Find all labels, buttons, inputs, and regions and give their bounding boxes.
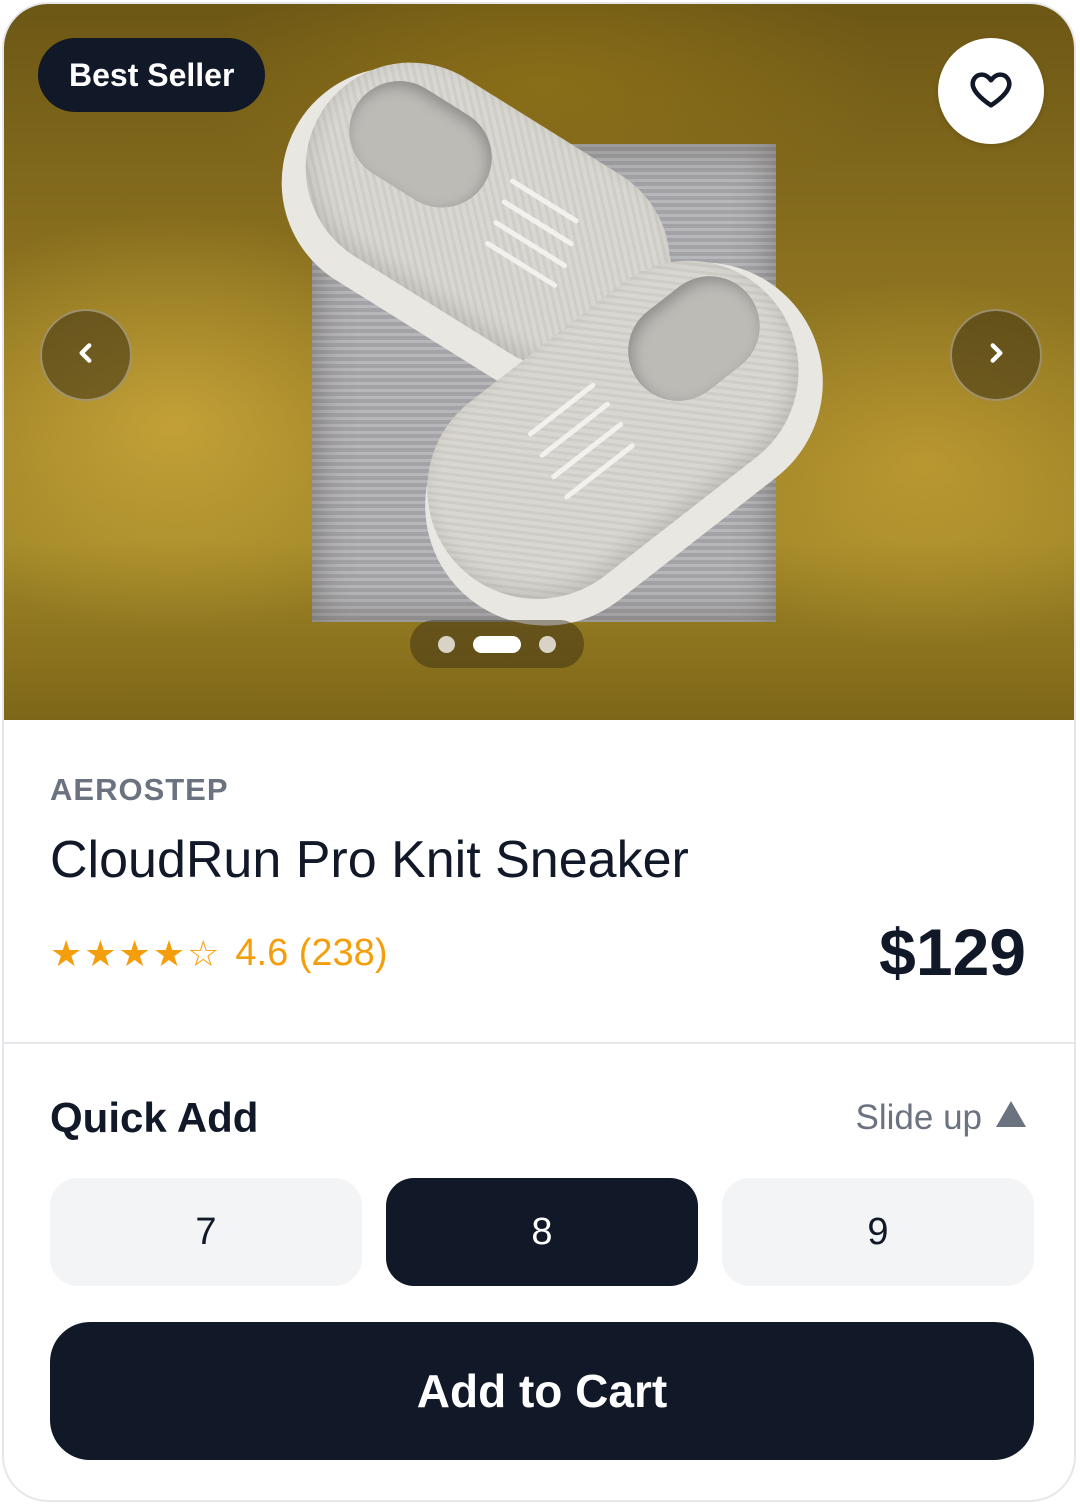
favorite-button[interactable] — [938, 38, 1044, 144]
rating-stars-icon: ★★★★☆ — [50, 932, 222, 974]
size-option-7[interactable]: 7 — [50, 1178, 362, 1286]
chevron-left-icon — [73, 340, 99, 371]
pagination-dot[interactable] — [438, 635, 455, 653]
slide-up-label: Slide up — [855, 1098, 982, 1137]
product-price: $129 — [879, 915, 1026, 989]
section-divider — [4, 1042, 1074, 1044]
size-selector: 7 8 9 — [50, 1178, 1034, 1286]
pagination-dot[interactable] — [539, 635, 556, 653]
product-image-gallery[interactable]: Best Seller — [4, 4, 1074, 720]
product-rating: ★★★★☆ 4.6 (238) — [50, 932, 387, 975]
slide-up-toggle[interactable]: Slide up — [856, 1098, 1028, 1138]
product-brand: AEROSTEP — [50, 772, 229, 807]
rating-summary: 4.6 (238) — [235, 932, 388, 974]
add-to-cart-button[interactable]: Add to Cart — [50, 1322, 1034, 1460]
triangle-up-icon — [994, 1098, 1028, 1138]
previous-image-button[interactable] — [40, 309, 132, 401]
image-pagination-dots — [410, 620, 584, 668]
size-option-8-selected[interactable]: 8 — [386, 1178, 698, 1286]
size-option-9[interactable]: 9 — [722, 1178, 1034, 1286]
product-card: Best Seller AEROSTEP CloudRun Pro Knit S… — [2, 2, 1076, 1502]
best-seller-badge: Best Seller — [38, 38, 266, 112]
next-image-button[interactable] — [950, 309, 1042, 401]
quick-add-title: Quick Add — [50, 1094, 259, 1141]
pagination-dot-active[interactable] — [473, 635, 521, 653]
chevron-right-icon — [983, 340, 1009, 371]
product-title[interactable]: CloudRun Pro Knit Sneaker — [50, 830, 689, 890]
heart-icon — [968, 66, 1014, 117]
